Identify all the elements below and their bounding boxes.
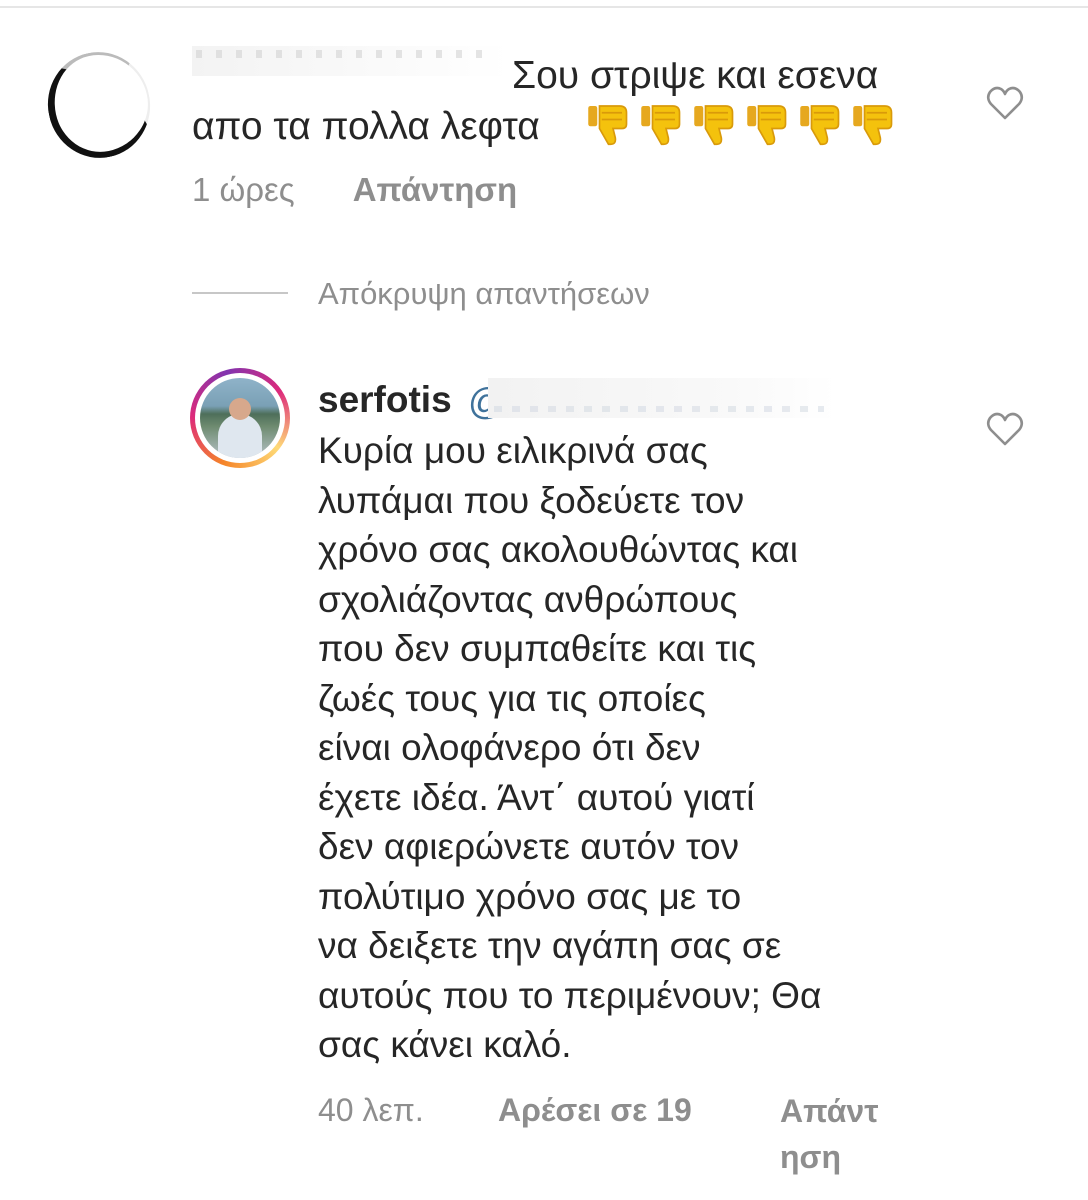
- comment-2-body-line: να δειξετε την αγάπη σας σε: [318, 925, 782, 966]
- reply-label-part-2: ηση: [780, 1139, 841, 1175]
- heart-outline-icon[interactable]: [985, 84, 1025, 122]
- comment-2-timestamp: 40 λεπ.: [318, 1092, 424, 1128]
- thumbs-down-icon: [747, 105, 787, 146]
- profile-photo-head: [229, 398, 251, 420]
- comment-1-meta: 1 ώρες Απάντηση: [192, 168, 517, 212]
- comment-1-reply-button[interactable]: Απάντηση: [353, 171, 517, 208]
- comment-1-text-line-1: Σου στριψε και εσενα: [512, 54, 879, 97]
- thumbs-down-icon: [853, 105, 893, 146]
- comment-1-text-line-2: απο τα πολλα λεφτα: [192, 105, 540, 148]
- comment-2-username[interactable]: serfotis: [318, 377, 452, 423]
- reply-label-part-1: Απάντ: [780, 1093, 879, 1129]
- comment-2-body-line: αυτούς που το περιμένουν; Θα: [318, 974, 822, 1016]
- redacted-username-comment-1: [192, 46, 510, 76]
- comment-2-body-line: σχολιάζοντας ανθρώπους: [318, 578, 738, 620]
- top-divider: [0, 6, 1088, 8]
- thumbs-down-emoji-row: [586, 101, 896, 151]
- profile-photo-person: [218, 414, 262, 458]
- profile-photo: [200, 378, 280, 458]
- comment-2-body-line: είναι ολοφάνερο ότι δεν: [318, 727, 701, 768]
- thumbs-down-icon: [800, 105, 840, 146]
- comment-2-body-line: δεν αφιερώνετε αυτόν τον: [318, 826, 740, 867]
- blurred-mention-residue: [494, 406, 824, 412]
- comment-2-body-line: λυπάμαι που ξοδεύετε τον: [318, 479, 745, 521]
- comment-2-body-line: χρόνο σας ακολουθώντας και: [318, 529, 799, 570]
- thumbs-down-icon: [588, 105, 628, 146]
- comment-1-timestamp: 1 ώρες: [192, 171, 295, 208]
- avatar-serfotis[interactable]: [190, 368, 290, 468]
- instagram-comments-screen: Σου στριψε και εσενα απο τα πολλα λεφτα: [0, 0, 1088, 1200]
- hide-replies-divider: [192, 292, 288, 294]
- comment-2-body-line: έχετε ιδέα. Άντ΄ αυτού γιατί: [318, 776, 755, 818]
- story-ring-gap: [195, 373, 285, 463]
- thumbs-down-icon: [694, 105, 734, 146]
- avatar-comment-1[interactable]: [38, 42, 160, 168]
- thumbs-down-icon: [641, 105, 681, 146]
- comment-2-body-line: που δεν συμπαθείτε και τις: [318, 628, 757, 669]
- comment-2-body-line: σας κάνει καλό.: [318, 1024, 572, 1065]
- comment-2-body: Κυρία μου ειλικρινά σας λυπάμαι που ξοδε…: [318, 426, 958, 1070]
- blurred-username-residue: [196, 50, 496, 58]
- heart-outline-icon[interactable]: [985, 410, 1025, 448]
- comment-2-body-line: Κυρία μου ειλικρινά σας: [318, 430, 708, 471]
- comment-2-body-line: πολύτιμο χρόνο σας με το: [318, 875, 742, 917]
- comment-2-reply-button[interactable]: Απάντ ηση: [780, 1088, 900, 1180]
- redacted-mention: [488, 378, 836, 418]
- comment-2-body-line: ζωές τους για τις οποίες: [318, 677, 706, 719]
- hide-replies-label[interactable]: Απόκρυψη απαντήσεων: [318, 274, 650, 314]
- comment-2-likes-count[interactable]: Αρέσει σε 19: [498, 1088, 692, 1132]
